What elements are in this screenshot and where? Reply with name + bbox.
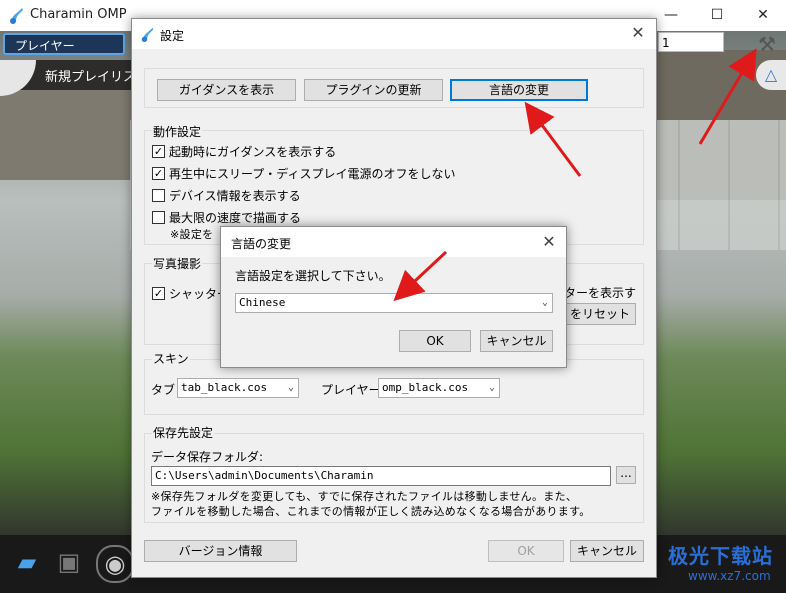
- change-language-button[interactable]: 言語の変更: [450, 79, 588, 101]
- checkbox-shutter[interactable]: ✓: [152, 287, 165, 300]
- close-icon[interactable]: ✕: [537, 232, 561, 254]
- settings-title: 設定: [160, 29, 185, 43]
- checkbox-device-info[interactable]: [152, 189, 165, 202]
- language-ok-button[interactable]: OK: [399, 330, 471, 352]
- language-selected-value: Chinese: [239, 296, 286, 309]
- version-info-button[interactable]: バージョン情報: [144, 540, 297, 562]
- chevron-down-icon: ⌄: [488, 382, 495, 393]
- checkbox-label: 起動時にガイダンスを表示する: [169, 145, 337, 159]
- tab-skin-value: tab_black.cos: [181, 381, 268, 394]
- player-skin-value: omp_black.cos: [382, 381, 469, 394]
- app-title: Charamin OMP: [30, 7, 127, 22]
- tools-icon[interactable]: ⚒: [758, 32, 784, 58]
- browse-button[interactable]: ...: [616, 466, 636, 484]
- tab-skin-select[interactable]: tab_black.cos ⌄: [177, 378, 299, 398]
- checkbox-label: 再生中にスリープ・ディスプレイ電源のオフをしない: [169, 167, 456, 181]
- top-input-field[interactable]: 1: [658, 32, 724, 52]
- skin-group-label: スキン: [152, 350, 190, 367]
- checkbox-max-speed[interactable]: [152, 211, 165, 224]
- chevron-down-icon: ⌄: [541, 297, 548, 308]
- ok-button[interactable]: OK: [488, 540, 564, 562]
- app-logo-icon: [10, 8, 23, 24]
- language-select[interactable]: Chinese ⌄: [235, 293, 553, 313]
- update-plugins-button[interactable]: プラグインの更新: [304, 79, 443, 101]
- tab-skin-label: タブ: [151, 383, 176, 397]
- show-guidance-button[interactable]: ガイダンスを表示: [157, 79, 296, 101]
- app-logo-icon: [141, 27, 154, 42]
- watermark-text: 极光下载站: [668, 544, 773, 568]
- checkbox-label: 最大限の速度で描画する: [169, 211, 302, 225]
- triangle-menu-icon[interactable]: △: [756, 60, 786, 90]
- save-group-label: 保存先設定: [152, 424, 215, 441]
- behavior-note: ※設定を: [170, 228, 214, 241]
- reset-button[interactable]: をリセット: [564, 303, 636, 325]
- checkbox-no-sleep[interactable]: ✓: [152, 167, 165, 180]
- tab-player[interactable]: プレイヤー: [3, 33, 125, 55]
- folder-icon[interactable]: ▰: [10, 545, 44, 579]
- camera-icon[interactable]: ◉: [96, 545, 134, 583]
- save-folder-field[interactable]: C:\Users\admin\Documents\Charamin: [151, 466, 611, 486]
- language-prompt: 言語設定を選択して下さい。: [235, 269, 391, 283]
- watermark-url: www.xz7.com: [688, 569, 771, 583]
- checkbox-label: デバイス情報を表示する: [169, 189, 301, 203]
- settings-titlebar: [132, 19, 656, 49]
- save-note-line2: ファイルを移動した場合、これまでの情報が正しく読み込めなくなる場合があります。: [151, 505, 591, 518]
- language-cancel-button[interactable]: キャンセル: [480, 330, 553, 352]
- close-icon[interactable]: ✕: [740, 0, 786, 31]
- language-dialog-title: 言語の変更: [231, 237, 292, 251]
- behavior-group-label: 動作設定: [152, 123, 203, 140]
- photo-group-label: 写真撮影: [152, 255, 203, 272]
- player-skin-select[interactable]: omp_black.cos ⌄: [378, 378, 500, 398]
- checkbox-guidance-on-start[interactable]: ✓: [152, 145, 165, 158]
- folder-label: データ保存フォルダ:: [151, 450, 264, 464]
- save-note-line1: ※保存先フォルダを変更しても、すでに保存されたファイルは移動しません。また、: [151, 490, 578, 503]
- language-dialog: 言語の変更 ✕ 言語設定を選択して下さい。 Chinese ⌄ OK キャンセル: [220, 226, 567, 368]
- close-icon[interactable]: ✕: [626, 23, 650, 45]
- photo-right-text: ターを表示す: [564, 286, 637, 300]
- save-icon[interactable]: ▣: [52, 545, 86, 579]
- maximize-icon[interactable]: ☐: [694, 0, 740, 31]
- player-skin-label: プレイヤー: [321, 383, 381, 397]
- cancel-button[interactable]: キャンセル: [570, 540, 644, 562]
- chevron-down-icon: ⌄: [287, 382, 294, 393]
